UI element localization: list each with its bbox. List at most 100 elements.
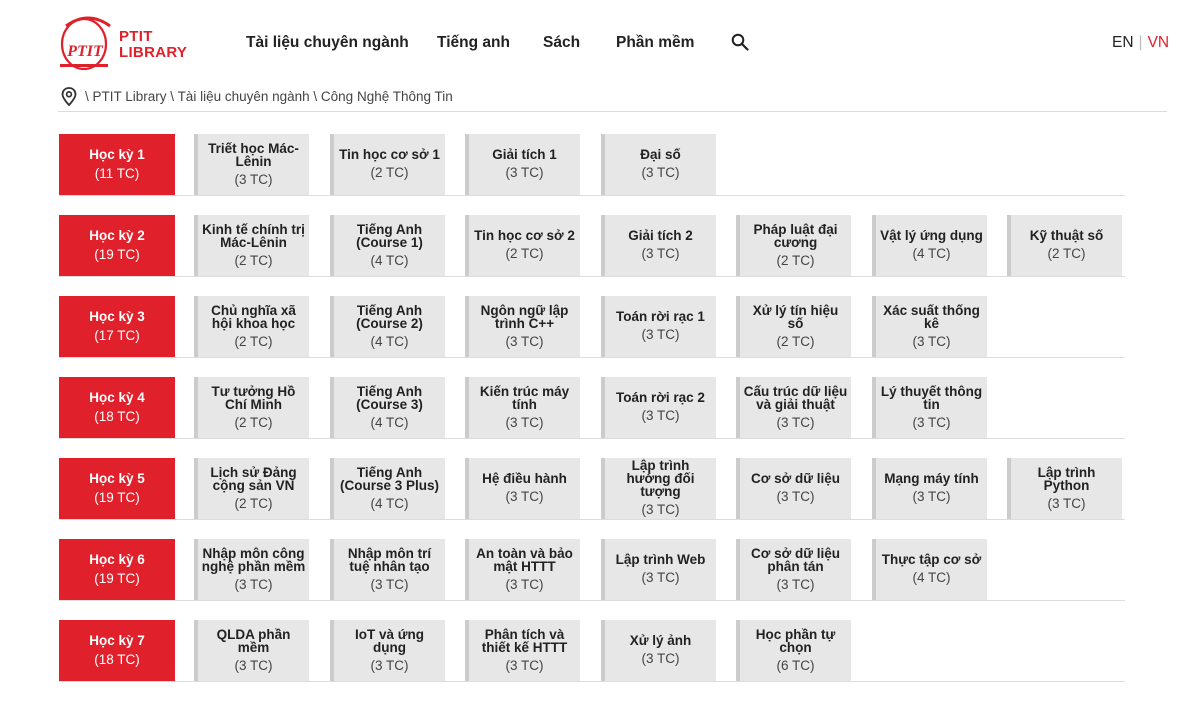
course-card[interactable]: Lập trình hướng đối tượng (3 TC) [601, 458, 716, 519]
course-credits: (4 TC) [370, 414, 409, 430]
course-card[interactable]: Lịch sử Đảng cộng sản VN (2 TC) [194, 458, 309, 519]
course-card[interactable]: Pháp luật đại cương (2 TC) [736, 215, 851, 276]
nav-phan-mem[interactable]: Phần mềm [616, 34, 694, 52]
course-name: Kỹ thuật số [1029, 228, 1104, 243]
course-credits: (3 TC) [370, 657, 409, 673]
course-card[interactable]: Học phần tự chọn (6 TC) [736, 620, 851, 681]
course-credits: (3 TC) [776, 489, 815, 504]
course-card[interactable]: Hệ điều hành (3 TC) [465, 458, 580, 519]
breadcrumb-ptit-library[interactable]: PTIT Library [93, 89, 167, 104]
semester-card[interactable]: Học kỳ 5 (19 TC) [59, 458, 175, 519]
semester-card[interactable]: Học kỳ 1 (11 TC) [59, 134, 175, 195]
course-card[interactable]: Giải tích 2 (3 TC) [601, 215, 716, 276]
course-card[interactable]: QLDA phần mềm (3 TC) [194, 620, 309, 681]
course-name: Ngôn ngữ lập trình C++ [480, 302, 569, 331]
language-switcher: EN | VN [1112, 34, 1169, 52]
semester-credits: (18 TC) [94, 409, 140, 424]
semester-card[interactable]: Học kỳ 6 (19 TC) [59, 539, 175, 600]
course-card[interactable]: Tin học cơ sở 2 (2 TC) [465, 215, 580, 276]
course-card[interactable]: Toán rời rạc 2 (3 TC) [601, 377, 716, 438]
course-name: Lịch sử Đảng cộng sản VN [210, 464, 297, 493]
course-credits: (3 TC) [641, 408, 680, 423]
semester-title: Học kỳ 7 [89, 633, 145, 648]
course-card[interactable]: Lập trình Python (3 TC) [1007, 458, 1122, 519]
course-card[interactable]: Kỹ thuật số (2 TC) [1007, 215, 1122, 276]
course-card[interactable]: Ngôn ngữ lập trình C++ (3 TC) [465, 296, 580, 357]
ptit-logo[interactable]: PTIT PTIT LIBRARY [58, 12, 198, 74]
course-card[interactable]: Vật lý ứng dụng (4 TC) [872, 215, 987, 276]
course-credits: (3 TC) [641, 165, 680, 180]
course-card[interactable]: Lập trình Web (3 TC) [601, 539, 716, 600]
semester-card[interactable]: Học kỳ 7 (18 TC) [59, 620, 175, 681]
course-name: Tiếng Anh (Course 3 Plus) [339, 464, 440, 493]
course-card[interactable]: Đại số (3 TC) [601, 134, 716, 195]
course-card[interactable]: Xác suất thống kê (3 TC) [872, 296, 987, 357]
lang-vn-link[interactable]: VN [1148, 34, 1170, 51]
semester-title: Học kỳ 5 [89, 471, 145, 486]
semester-card[interactable]: Học kỳ 4 (18 TC) [59, 377, 175, 438]
course-card[interactable]: An toàn và bảo mật HTTT (3 TC) [465, 539, 580, 600]
semester-row: Học kỳ 6 (19 TC) Nhập môn công nghệ phần m… [59, 539, 1125, 620]
breadcrumb-tai-lieu-chuyen-nganh[interactable]: Tài liệu chuyên ngành [178, 89, 310, 104]
semester-card[interactable]: Học kỳ 3 (17 TC) [59, 296, 175, 357]
course-name: Lập trình Web [615, 552, 706, 567]
course-credits: (3 TC) [641, 246, 680, 261]
course-credits: (2 TC) [505, 246, 544, 261]
course-name: Tin học cơ sở 1 [339, 147, 440, 162]
course-card[interactable]: Kiến trúc máy tính (3 TC) [465, 377, 580, 438]
course-card[interactable]: Triết học Mác-Lênin (3 TC) [194, 134, 309, 195]
course-card[interactable]: Cơ sở dữ liệu (3 TC) [736, 458, 851, 519]
course-card[interactable]: Tin học cơ sở 1 (2 TC) [330, 134, 445, 195]
course-card[interactable]: Tiếng Anh (Course 1) (4 TC) [330, 215, 445, 276]
course-card[interactable]: Xử lý ảnh (3 TC) [601, 620, 716, 681]
course-card[interactable]: Tiếng Anh (Course 3 Plus) (4 TC) [330, 458, 445, 519]
nav-tai-lieu-chuyen-nganh[interactable]: Tài liệu chuyên ngành [246, 34, 409, 52]
course-credits: (2 TC) [370, 165, 409, 180]
course-card[interactable]: Thực tập cơ sở (4 TC) [872, 539, 987, 600]
course-name: Đại số [640, 147, 681, 162]
course-card[interactable]: Tiếng Anh (Course 3) (4 TC) [330, 377, 445, 438]
course-card[interactable]: Mạng máy tính (3 TC) [872, 458, 987, 519]
course-credits: (3 TC) [505, 576, 544, 592]
course-card[interactable]: Tư tưởng Hồ Chí Minh (2 TC) [194, 377, 309, 438]
course-credits: (3 TC) [505, 489, 544, 504]
course-card[interactable]: Tiếng Anh (Course 2) (4 TC) [330, 296, 445, 357]
location-pin-icon [61, 87, 77, 109]
course-name: Nhập môn trí tuệ nhân tạo [347, 545, 432, 574]
course-credits: (3 TC) [234, 576, 273, 592]
search-icon[interactable] [731, 33, 749, 51]
semester-card[interactable]: Học kỳ 2 (19 TC) [59, 215, 175, 276]
semester-title: Học kỳ 1 [89, 147, 145, 162]
course-credits: (3 TC) [505, 657, 544, 673]
course-name: Tiếng Anh (Course 3) [356, 383, 423, 412]
course-card[interactable]: Toán rời rạc 1 (3 TC) [601, 296, 716, 357]
course-credits: (3 TC) [1047, 495, 1086, 511]
course-card[interactable]: Lý thuyết thông tin (3 TC) [872, 377, 987, 438]
course-card[interactable]: Cơ sở dữ liệu phân tán (3 TC) [736, 539, 851, 600]
course-card[interactable]: Giải tích 1 (3 TC) [465, 134, 580, 195]
course-card[interactable]: Xử lý tín hiệu số (2 TC) [736, 296, 851, 357]
course-credits: (4 TC) [912, 246, 951, 261]
nav-tieng-anh[interactable]: Tiếng anh [437, 34, 510, 52]
semester-row: Học kỳ 3 (17 TC) Chủ nghĩa xã hội khoa học… [59, 296, 1125, 377]
course-card[interactable]: Phân tích và thiết kế HTTT (3 TC) [465, 620, 580, 681]
semester-credits: (17 TC) [94, 328, 140, 343]
course-credits: (3 TC) [912, 414, 951, 430]
course-card[interactable]: Nhập môn công nghệ phần mềm (3 TC) [194, 539, 309, 600]
course-card[interactable]: IoT và ứng dụng (3 TC) [330, 620, 445, 681]
course-card[interactable]: Nhập môn trí tuệ nhân tạo (3 TC) [330, 539, 445, 600]
nav-sach[interactable]: Sách [543, 34, 580, 52]
course-card[interactable]: Chủ nghĩa xã hội khoa học (2 TC) [194, 296, 309, 357]
lang-en-link[interactable]: EN [1112, 34, 1134, 51]
breadcrumb-cong-nghe-thong-tin[interactable]: Công Nghệ Thông Tin [321, 89, 453, 104]
course-name: Kiến trúc máy tính [479, 383, 570, 412]
breadcrumb-divider [58, 111, 1167, 112]
course-name: Chủ nghĩa xã hội khoa học [211, 302, 296, 331]
course-credits: (2 TC) [234, 495, 273, 511]
semester-row: Học kỳ 4 (18 TC) Tư tưởng Hồ Chí Minh (2 TC… [59, 377, 1125, 458]
course-card[interactable]: Kinh tế chính trị Mác-Lênin (2 TC) [194, 215, 309, 276]
course-name: Xác suất thống kê [883, 302, 980, 331]
course-credits: (3 TC) [641, 327, 680, 342]
semester-row: Học kỳ 2 (19 TC) Kinh tế chính trị Mác-Lên… [59, 215, 1125, 296]
course-card[interactable]: Cấu trúc dữ liệu và giải thuật (3 TC) [736, 377, 851, 438]
